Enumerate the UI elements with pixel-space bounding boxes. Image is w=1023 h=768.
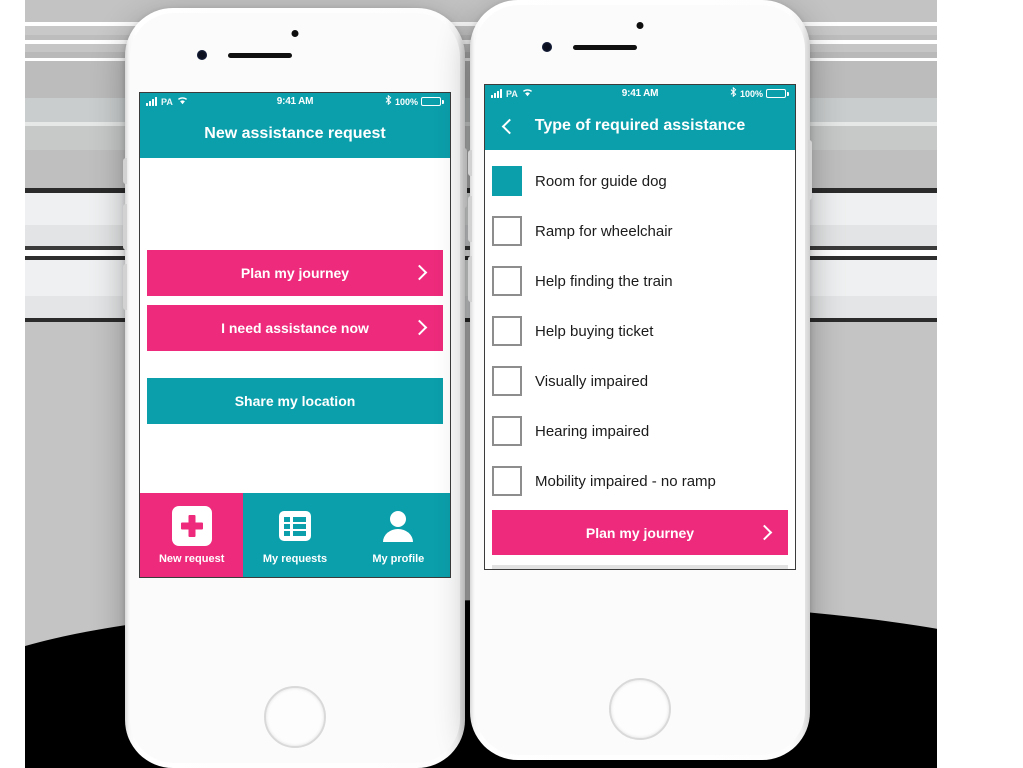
chevron-right-icon	[411, 319, 428, 336]
checkbox-help-finding-the-train[interactable]	[492, 266, 522, 296]
option-label: Room for guide dog	[535, 172, 667, 190]
share-my-location-button[interactable]: Share my location	[147, 378, 443, 424]
checkbox-hearing-impaired[interactable]	[492, 416, 522, 446]
tab-bar: New request My requests My profile	[140, 493, 450, 577]
option-help-finding-the-train[interactable]: Help finding the train	[492, 256, 788, 306]
page-title-left: New assistance request	[204, 125, 386, 142]
screen-left: PA 9:41 AM 100% New assistance request P…	[139, 92, 451, 578]
share-my-location-label: Share my location	[234, 393, 356, 409]
option-help-buying-ticket[interactable]: Help buying ticket	[492, 306, 788, 356]
option-label: Help finding the train	[535, 272, 673, 290]
chevron-right-icon	[411, 264, 428, 281]
chevron-right-icon	[756, 524, 773, 541]
navbar-right: Type of required assistance	[485, 102, 795, 150]
status-bar-right: PA 9:41 AM 100%	[485, 85, 795, 102]
checkbox-visually-impaired[interactable]	[492, 366, 522, 396]
tab-my-requests[interactable]: My requests	[243, 493, 346, 577]
tab-my-requests-label: My requests	[262, 552, 328, 565]
i-need-assistance-now-label: I need assistance now	[221, 320, 369, 336]
checkbox-ramp-for-wheelchair[interactable]	[492, 216, 522, 246]
plan-my-journey-label: Plan my journey	[585, 524, 695, 541]
plan-my-journey-label: Plan my journey	[240, 265, 350, 281]
assistance-options-list: Room for guide dog Ramp for wheelchair H…	[492, 156, 788, 506]
phone-power-button[interactable]	[808, 140, 812, 200]
phone-mute-switch[interactable]	[123, 158, 127, 184]
option-label: Ramp for wheelchair	[535, 222, 673, 240]
phone-device-right: PA 9:41 AM 100% Type of required assista…	[468, 0, 812, 760]
front-camera-icon	[542, 42, 552, 52]
option-room-for-guide-dog[interactable]: Room for guide dog	[492, 156, 788, 206]
plan-my-journey-button[interactable]: Plan my journey	[492, 510, 788, 555]
option-mobility-impaired-no-ramp[interactable]: Mobility impaired - no ramp	[492, 456, 788, 506]
earpiece-speaker	[228, 53, 292, 58]
content-left: Plan my journey I need assistance now Sh…	[140, 158, 450, 493]
status-bar-clock: 9:41 AM	[276, 96, 314, 107]
page-title-right: Type of required assistance	[534, 117, 746, 134]
button-gap	[147, 296, 443, 305]
plan-my-journey-button[interactable]: Plan my journey	[147, 250, 443, 296]
front-camera-icon	[197, 50, 207, 60]
phone-volume-up-button[interactable]	[468, 196, 472, 242]
phone-volume-down-button[interactable]	[123, 264, 127, 310]
phone-device-left: PA 9:41 AM 100% New assistance request P…	[123, 8, 467, 768]
option-hearing-impaired[interactable]: Hearing impaired	[492, 406, 788, 456]
tab-my-profile[interactable]: My profile	[347, 493, 450, 577]
button-gap-large	[147, 351, 443, 378]
list-icon	[275, 506, 315, 546]
option-label: Visually impaired	[535, 372, 649, 390]
home-button[interactable]	[609, 678, 671, 740]
scene: PA 9:41 AM 100% New assistance request P…	[0, 0, 1023, 768]
checkbox-room-for-guide-dog[interactable]	[492, 166, 522, 196]
tab-my-profile-label: My profile	[372, 552, 425, 565]
phone-power-button[interactable]	[463, 148, 467, 208]
person-icon	[378, 506, 418, 546]
back-button[interactable]	[499, 116, 519, 136]
option-label: Mobility impaired - no ramp	[535, 472, 716, 490]
phone-mute-switch[interactable]	[468, 150, 472, 176]
tab-new-request[interactable]: New request	[140, 493, 244, 577]
phone-volume-down-button[interactable]	[468, 256, 472, 302]
background-mask-right	[937, 0, 1023, 768]
sensor-dot-icon	[291, 30, 299, 37]
home-button[interactable]	[264, 686, 326, 748]
i-need-assistance-now-button[interactable]: I need assistance now	[492, 565, 788, 569]
option-label: Help buying ticket	[535, 322, 654, 340]
sensor-dot-icon	[636, 22, 644, 29]
option-label: Hearing impaired	[535, 422, 650, 440]
phone-volume-up-button[interactable]	[123, 204, 127, 250]
i-need-assistance-now-button[interactable]: I need assistance now	[147, 305, 443, 351]
status-bar-left: PA 9:41 AM 100%	[140, 93, 450, 110]
checkbox-help-buying-ticket[interactable]	[492, 316, 522, 346]
status-bar-clock: 9:41 AM	[621, 88, 659, 99]
plus-square-icon	[171, 505, 212, 546]
screen-right: PA 9:41 AM 100% Type of required assista…	[484, 84, 796, 570]
earpiece-speaker	[573, 45, 637, 50]
checkbox-mobility-impaired-no-ramp[interactable]	[492, 466, 522, 496]
tab-new-request-label: New request	[158, 552, 225, 565]
option-visually-impaired[interactable]: Visually impaired	[492, 356, 788, 406]
option-ramp-for-wheelchair[interactable]: Ramp for wheelchair	[492, 206, 788, 256]
content-right: Room for guide dog Ramp for wheelchair H…	[485, 150, 795, 569]
navbar-left: New assistance request	[140, 110, 450, 158]
background-mask-left	[0, 0, 25, 768]
